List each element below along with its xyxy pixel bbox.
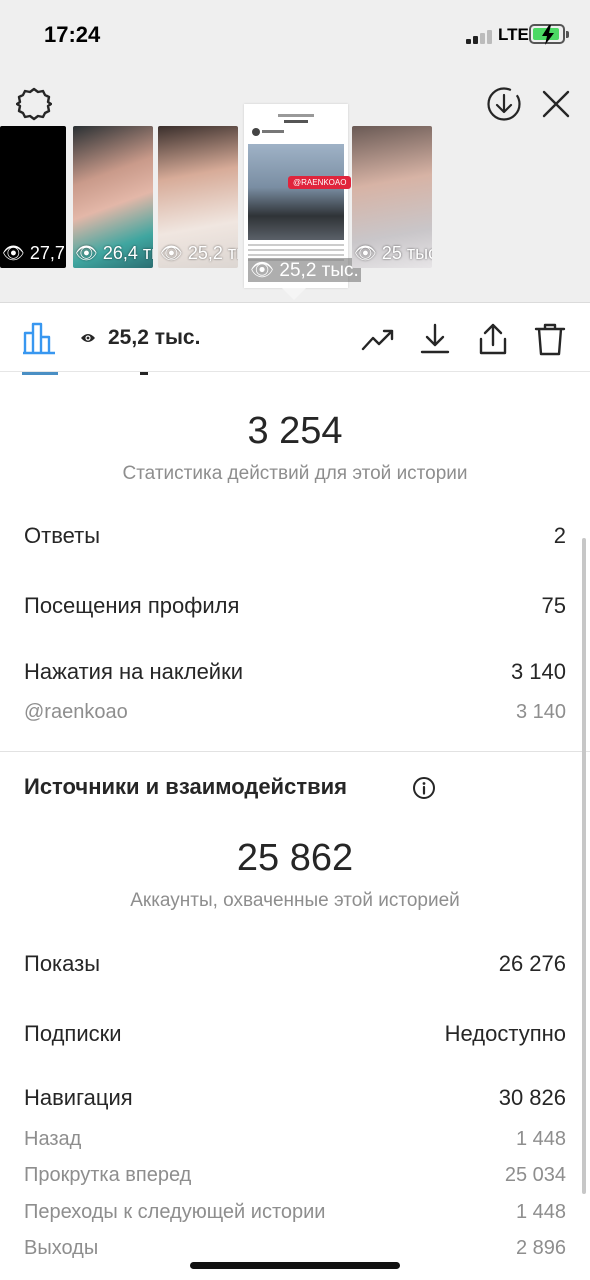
row-label: Навигация — [24, 1085, 133, 1110]
status-time: 17:24 — [44, 22, 101, 47]
story-thumbnail[interactable]: 👁 26,4 ты — [73, 126, 153, 268]
share-icon[interactable] — [475, 321, 511, 357]
story-photo — [248, 144, 344, 240]
home-indicator[interactable] — [190, 1262, 400, 1269]
nav-sub-label: Выходы — [24, 1237, 99, 1259]
actions-subtitle: Статистика действий для этой истории — [122, 463, 468, 484]
row-label: Ответы — [24, 523, 101, 548]
row-value: 3 140 — [510, 659, 566, 684]
story-thumbnail[interactable]: 👁 27,7 ты — [0, 126, 66, 268]
row-label: Нажатия на наклейки — [24, 659, 244, 684]
scrollbar[interactable] — [582, 538, 586, 1194]
nav-sub-label: Назад — [24, 1128, 82, 1150]
story-thumbnail[interactable]: 👁 25 тыс. — [352, 126, 432, 268]
nav-sub-label: Переходы к следующей истории — [24, 1201, 326, 1223]
views-count: 25,2 тыс. — [108, 326, 201, 349]
selected-pointer — [282, 288, 306, 300]
cropped-text — [140, 372, 148, 375]
row-label: Посещения профиля — [24, 593, 240, 618]
story-thumbnail[interactable]: 👁 25,2 ты — [158, 126, 238, 268]
sticker-handle[interactable]: @raenkoao — [24, 701, 128, 724]
info-icon[interactable] — [412, 776, 436, 800]
row-value: Недоступно — [444, 1021, 566, 1046]
network-label: LTE — [498, 25, 529, 44]
trash-icon[interactable] — [532, 321, 568, 357]
story-views: 👁 25 тыс. — [354, 243, 432, 263]
story-thumbnail-selected[interactable]: @RAENKOAO 👁 25,2 тыс. — [244, 104, 361, 288]
actions-total: 3 254 — [247, 410, 343, 452]
row-label: Подписки — [24, 1021, 122, 1046]
status-bar: 17:24 LTE — [0, 0, 590, 70]
close-icon[interactable] — [538, 86, 574, 122]
row-value: 30 826 — [498, 1085, 566, 1110]
story-views: 👁 25,2 тыс. — [248, 258, 361, 282]
story-views: 👁 26,4 ты — [75, 243, 153, 263]
story-strip: 👁 27,7 ты 👁 26,4 ты 👁 25,2 ты @RAENKOAO … — [0, 70, 590, 302]
sticker-taps: 3 140 — [515, 701, 566, 723]
trending-icon[interactable] — [360, 321, 396, 357]
signal-icon — [466, 28, 494, 44]
nav-sub-value: 2 896 — [515, 1237, 566, 1259]
story-views: 👁 25,2 ты — [160, 243, 238, 263]
row-value: 26 276 — [498, 951, 566, 976]
section-title: Источники и взаимодействия — [24, 774, 347, 799]
row-value: 2 — [553, 523, 566, 548]
divider — [0, 751, 590, 752]
battery-icon — [529, 24, 569, 45]
gear-icon[interactable] — [16, 86, 52, 122]
row-value: 75 — [541, 593, 566, 618]
reach-subtitle: Аккаунты, охваченные этой историей — [130, 890, 460, 911]
download-circle-icon[interactable] — [486, 86, 522, 122]
nav-sub-value: 25 034 — [504, 1164, 566, 1186]
row-label: Показы — [24, 951, 101, 976]
tab-indicator — [22, 372, 58, 375]
insights-toolbar: 25,2 тыс. — [0, 302, 590, 372]
eye-icon — [81, 334, 95, 342]
nav-sub-value: 1 448 — [515, 1201, 566, 1223]
download-icon[interactable] — [417, 321, 453, 357]
nav-sub-label: Прокрутка вперед — [24, 1164, 192, 1186]
story-views: 👁 27,7 ты — [2, 243, 66, 263]
reach-total: 25 862 — [236, 837, 354, 879]
bar-chart-icon[interactable] — [22, 321, 56, 355]
nav-sub-value: 1 448 — [515, 1128, 566, 1150]
post-header — [248, 110, 344, 138]
sticker-tag: @RAENKOAO — [288, 176, 352, 189]
